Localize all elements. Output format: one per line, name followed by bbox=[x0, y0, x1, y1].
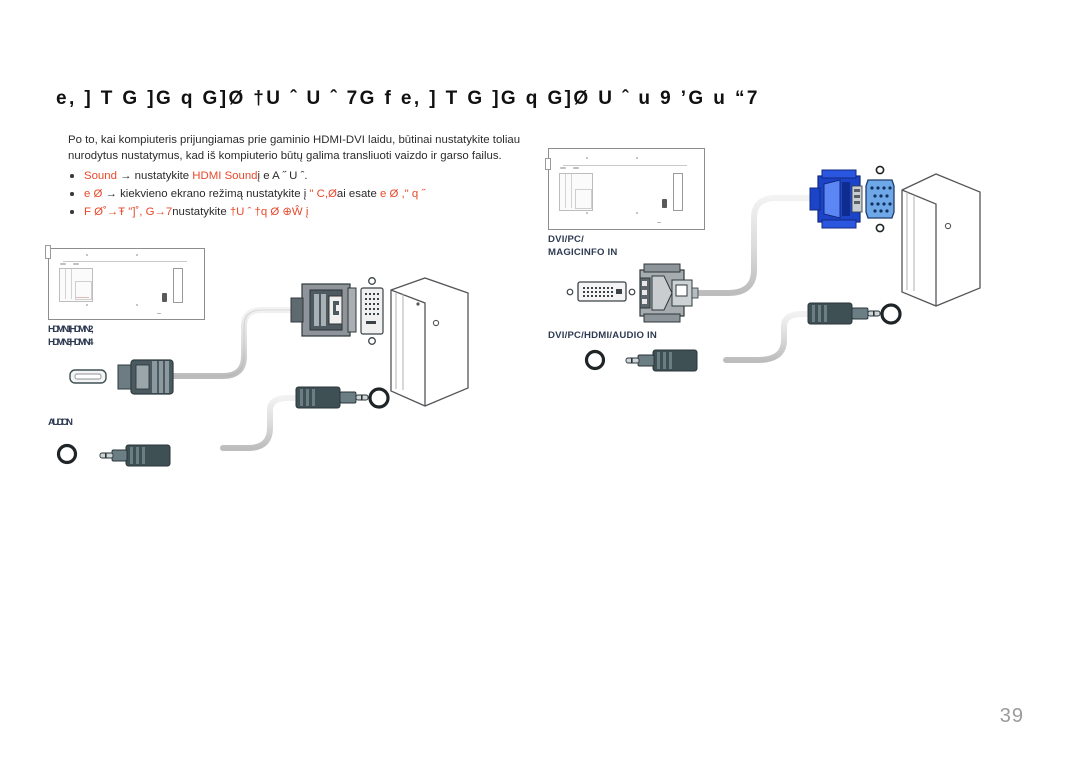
pc-tower-illustration bbox=[390, 277, 469, 407]
intro-paragraph: Po to, kai kompiuteris prijungiamas prie… bbox=[68, 134, 521, 162]
audio-port-icon bbox=[368, 387, 390, 409]
bullet-segment: → bbox=[102, 188, 121, 200]
dvi-vga-cable-illustration bbox=[566, 165, 981, 372]
bullet-segment: Sound bbox=[84, 170, 117, 182]
bullet-segment: nustatykite bbox=[134, 170, 193, 182]
hdmi-dvi-cable-illustration bbox=[69, 277, 469, 451]
monitor-audio-cable-illustration bbox=[99, 444, 231, 467]
vga-plug-icon bbox=[809, 169, 863, 229]
bullet-segment: HDMI Sound bbox=[192, 170, 258, 182]
audio-jack-icon bbox=[625, 349, 698, 372]
dvi-plug-icon bbox=[639, 263, 699, 323]
monitor-audio-port-icon bbox=[584, 349, 606, 371]
bullet-segment: ai esate bbox=[336, 188, 380, 200]
dvi-port-icon bbox=[566, 281, 636, 302]
vga-port-icon bbox=[865, 165, 895, 233]
settings-bullet-list: Sound → nustatykite HDMI Soundį e A ˝ U … bbox=[66, 167, 546, 221]
bullet-segment: " C,Ø bbox=[309, 188, 337, 200]
dvi-pc-vga-connection-diagram: DVI/PC/ MAGICINFO IN DVI/PC/HDMI/AUDIO I… bbox=[545, 148, 1038, 398]
audio-jack-icon bbox=[807, 302, 881, 325]
bullet-dot-icon bbox=[70, 192, 74, 196]
bullet-segment: †U ˆ †q Ø ⊕Ŵ į bbox=[229, 206, 309, 218]
bullet-segment: kiekvieno ekrano režimą nustatykite į bbox=[120, 188, 310, 200]
pc-tower-illustration bbox=[901, 173, 981, 307]
dvi-plug-icon bbox=[290, 283, 357, 337]
bullet-dot-icon bbox=[70, 210, 74, 214]
dvi-port-icon bbox=[360, 277, 384, 345]
bullet-segment: nustatykite bbox=[172, 206, 230, 218]
list-item: F Ø˚→Ŧ "]˚, G→7nustatykite †U ˆ †q Ø ⊕Ŵ … bbox=[66, 203, 546, 221]
list-item: e Ø → kiekvieno ekrano režimą nustatykit… bbox=[66, 185, 546, 203]
hdmi-dvi-connection-diagram: HDMI IN 1, HDMI IN 2, HDMI IN 3, HDMI IN… bbox=[45, 245, 528, 467]
hdmi-plug-icon bbox=[117, 359, 174, 395]
manual-page: e, ] T G ]G q G]Ø †U ˆ U ˆ 7G f e, ] T G… bbox=[0, 0, 1080, 763]
page-title: e, ] T G ]G q G]Ø †U ˆ U ˆ 7G f e, ] T G… bbox=[56, 88, 760, 109]
bullet-segment: į e A ˝ U ˆ. bbox=[257, 170, 308, 182]
list-item: Sound → nustatykite HDMI Soundį e A ˝ U … bbox=[66, 167, 546, 185]
bullet-segment: e Ø ," q ˝ bbox=[379, 188, 426, 200]
bullet-segment: F Ø˚→Ŧ "]˚, G→7 bbox=[84, 206, 173, 218]
audio-port-icon bbox=[880, 303, 902, 325]
hdmi-port-icon bbox=[69, 369, 107, 384]
page-number: 39 bbox=[999, 705, 1024, 727]
bullet-segment: e Ø bbox=[84, 188, 103, 200]
audio-jack-icon bbox=[99, 444, 171, 467]
bullet-dot-icon bbox=[70, 174, 74, 178]
audio-jack-icon bbox=[295, 386, 369, 409]
bullet-segment: → bbox=[116, 170, 135, 182]
